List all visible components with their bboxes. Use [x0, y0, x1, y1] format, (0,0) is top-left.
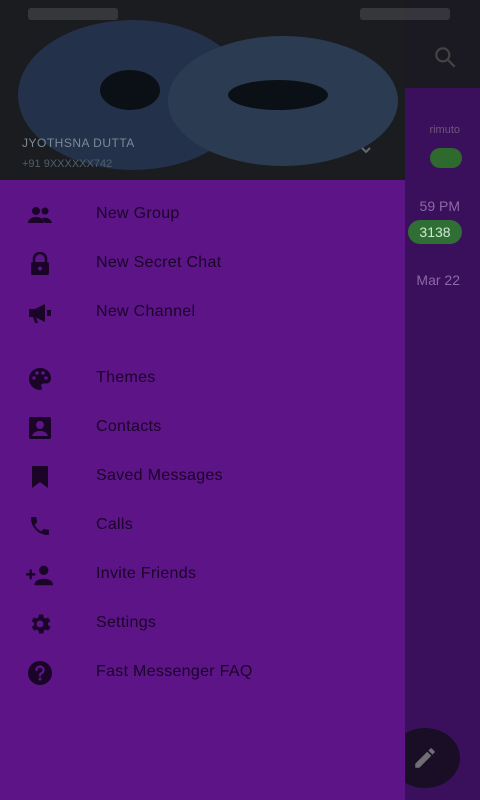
- account-phone: +91 9XXXXXX742: [22, 158, 113, 170]
- megaphone-icon: [26, 300, 54, 326]
- add-person-icon: [26, 562, 54, 588]
- help-icon: [26, 660, 54, 686]
- drawer-menu: New Group New Secret Chat New Channel Th…: [0, 190, 405, 697]
- search-icon[interactable]: [432, 44, 458, 70]
- phone-icon: [26, 513, 54, 539]
- menu-item-label: New Secret Chat: [96, 254, 222, 271]
- menu-item-label: Fast Messenger FAQ: [96, 663, 253, 680]
- status-bar: [0, 0, 480, 30]
- menu-item-faq[interactable]: Fast Messenger FAQ: [0, 648, 405, 697]
- gear-icon: [26, 611, 54, 637]
- menu-item-new-channel[interactable]: New Channel: [0, 288, 405, 337]
- menu-item-saved-messages[interactable]: Saved Messages: [0, 452, 405, 501]
- unread-badge: 3138: [408, 220, 462, 244]
- bookmark-icon: [26, 464, 54, 490]
- menu-item-label: Saved Messages: [96, 467, 223, 484]
- menu-item-contacts[interactable]: Contacts: [0, 403, 405, 452]
- navigation-drawer: JYOTHSNA DUTTA +91 9XXXXXX742 New Group: [0, 0, 405, 800]
- account-name: JYOTHSNA DUTTA: [22, 136, 135, 150]
- menu-item-new-group[interactable]: New Group: [0, 190, 405, 239]
- unread-badge: [430, 148, 462, 168]
- menu-item-label: Invite Friends: [96, 565, 197, 582]
- menu-item-label: Themes: [96, 369, 156, 386]
- menu-item-label: New Channel: [96, 303, 196, 320]
- menu-item-new-secret-chat[interactable]: New Secret Chat: [0, 239, 405, 288]
- menu-item-label: Contacts: [96, 418, 162, 435]
- menu-item-label: New Group: [96, 205, 180, 222]
- menu-item-invite-friends[interactable]: Invite Friends: [0, 550, 405, 599]
- chat-time: Mar 22: [416, 272, 460, 288]
- contact-card-icon: [26, 415, 54, 441]
- header-background: [100, 70, 160, 110]
- menu-item-label: Calls: [96, 516, 134, 533]
- menu-item-label: Settings: [96, 614, 157, 631]
- chat-preview-text: rimuto: [429, 124, 460, 136]
- group-icon: [26, 202, 54, 228]
- lock-icon: [26, 251, 54, 277]
- status-left: [28, 8, 118, 20]
- header-background: [228, 80, 328, 110]
- pencil-icon: [415, 748, 435, 768]
- status-right: [360, 8, 450, 20]
- palette-icon: [26, 366, 54, 392]
- chevron-down-icon[interactable]: [360, 144, 372, 156]
- menu-item-calls[interactable]: Calls: [0, 501, 405, 550]
- menu-item-settings[interactable]: Settings: [0, 599, 405, 648]
- chat-time: 59 PM: [419, 198, 460, 214]
- menu-divider: [0, 337, 405, 354]
- menu-item-themes[interactable]: Themes: [0, 354, 405, 403]
